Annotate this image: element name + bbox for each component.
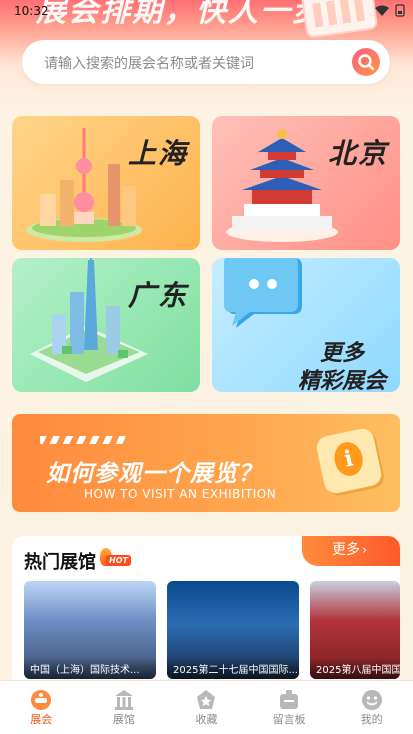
shanghai-skyline-illustration: [26, 128, 142, 242]
city-card-more-line1: 更多: [319, 341, 364, 366]
chat-bubble-icon: [224, 258, 302, 328]
nav-item-exhibition[interactable]: 展会: [0, 681, 83, 734]
hot-venues-title: 热门展馆: [24, 552, 96, 573]
nav-label-venue: 展馆: [112, 713, 135, 726]
exhibition-card[interactable]: 2025第二十七届中国国际...: [167, 581, 299, 679]
exhibition-card-caption: 2025第八届中国国: [310, 657, 400, 679]
battery-icon: [395, 4, 405, 17]
status-icons: [375, 4, 405, 17]
more-button-label: 更多: [332, 542, 360, 558]
info-icon: i: [314, 426, 384, 496]
stripe-decoration: [40, 436, 126, 444]
visit-guide-subtitle: HOW TO VISIT AN EXHIBITION: [84, 487, 277, 501]
nav-item-venue[interactable]: 展馆: [83, 681, 166, 734]
search-icon[interactable]: [352, 48, 380, 76]
search-placeholder: 请输入搜索的展会名称或者关键词: [44, 56, 254, 72]
temple-of-heaven-illustration: [226, 129, 338, 242]
wifi-icon: [375, 5, 389, 16]
city-card-guangdong[interactable]: 广东: [12, 258, 200, 392]
venue-icon: [114, 690, 133, 710]
bottom-navigation: 展会 展馆 收藏 留言板 我的: [0, 680, 413, 734]
favorite-icon: [197, 690, 216, 709]
chevron-right-icon: ›: [362, 543, 368, 558]
exhibition-icon: [31, 690, 52, 710]
nav-label-profile: 我的: [360, 713, 383, 726]
exhibition-card[interactable]: 中国（上海）国际技术...: [24, 581, 156, 679]
city-card-shanghai[interactable]: 上海: [12, 116, 200, 250]
nav-label-favorite: 收藏: [195, 713, 218, 726]
city-card-more-line2: 精彩展会: [297, 369, 386, 392]
guangzhou-tower-illustration: [30, 258, 148, 382]
exhibition-card-caption: 2025第二十七届中国国际...: [167, 657, 299, 679]
search-input[interactable]: 请输入搜索的展会名称或者关键词: [22, 40, 390, 84]
nav-label-exhibition: 展会: [30, 713, 53, 726]
nav-item-message-board[interactable]: 留言板: [248, 681, 331, 734]
visit-guide-banner[interactable]: 如何参观一个展览？ HOW TO VISIT AN EXHIBITION i: [12, 414, 400, 512]
exhibition-card[interactable]: 2025第八届中国国: [310, 581, 400, 679]
city-card-beijing[interactable]: 北京: [212, 116, 400, 250]
nav-label-message-board: 留言板: [272, 713, 306, 726]
hot-badge-label: HOT: [106, 555, 131, 566]
more-button[interactable]: 更多 ›: [302, 536, 400, 566]
nav-item-profile[interactable]: 我的: [330, 681, 413, 734]
city-card-more[interactable]: 更多 精彩展会: [212, 258, 400, 392]
profile-icon: [361, 690, 382, 710]
nav-item-favorite[interactable]: 收藏: [165, 681, 248, 734]
message-board-icon: [280, 690, 299, 709]
hot-badge: HOT: [100, 548, 131, 568]
city-card-more-title: 更多 精彩展会: [298, 340, 386, 392]
exhibition-card-caption: 中国（上海）国际技术...: [24, 657, 156, 679]
status-bar: 10:32: [0, 0, 413, 22]
visit-guide-title: 如何参观一个展览？: [46, 461, 262, 487]
status-time: 10:32: [14, 4, 49, 18]
hot-venues-section: 热门展馆 HOT 更多 › 中国（上海）国际技术... 2025第二十七届中国国际…: [12, 536, 400, 686]
